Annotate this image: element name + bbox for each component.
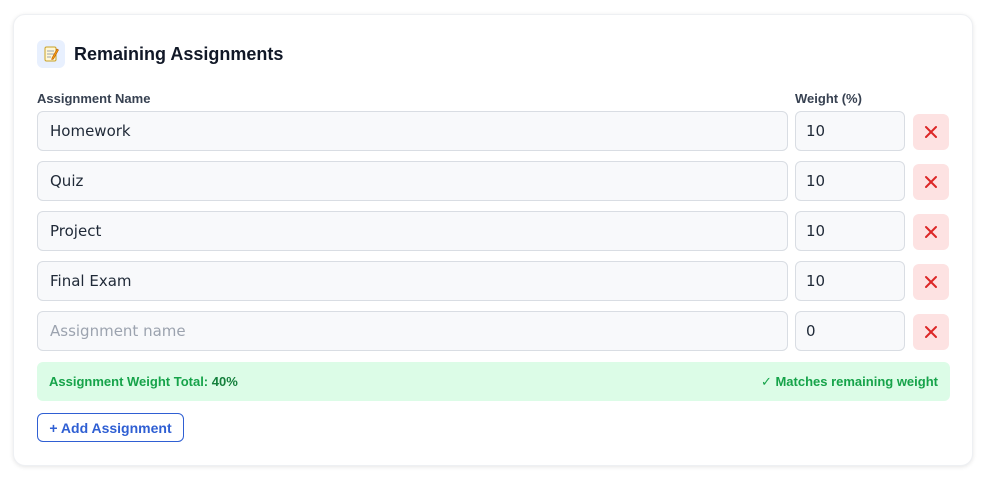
remaining-assignments-card: Remaining Assignments Assignment Name We… <box>13 14 973 466</box>
assignment-weight-input[interactable] <box>795 111 905 151</box>
assignment-name-input[interactable] <box>37 261 788 301</box>
add-assignment-button[interactable]: + Add Assignment <box>37 413 184 442</box>
assignment-weight-input[interactable] <box>795 211 905 251</box>
assignment-row <box>37 161 950 201</box>
memo-icon <box>37 40 65 68</box>
close-icon <box>925 276 937 288</box>
section-header: Remaining Assignments <box>37 40 283 68</box>
weight-total-value: 40% <box>211 374 238 389</box>
weight-total-label: Assignment Weight Total: <box>49 374 209 389</box>
delete-assignment-button[interactable] <box>913 114 949 150</box>
assignment-row <box>37 111 950 151</box>
delete-assignment-button[interactable] <box>913 214 949 250</box>
assignment-name-input[interactable] <box>37 211 788 251</box>
weight-column-label: Weight (%) <box>795 91 862 106</box>
assignment-row-empty <box>37 311 950 351</box>
delete-assignment-button[interactable] <box>913 164 949 200</box>
close-icon <box>925 326 937 338</box>
close-icon <box>925 126 937 138</box>
delete-assignment-button[interactable] <box>913 314 949 350</box>
assignment-row <box>37 211 950 251</box>
assignment-weight-input[interactable] <box>795 161 905 201</box>
assignment-weight-input[interactable] <box>795 261 905 301</box>
assignment-row <box>37 261 950 301</box>
section-title: Remaining Assignments <box>74 43 284 64</box>
delete-assignment-button[interactable] <box>913 264 949 300</box>
weight-match-status: ✓ Matches remaining weight <box>760 373 938 389</box>
assignment-weight-input[interactable] <box>795 311 905 351</box>
assignment-name-input[interactable] <box>37 111 788 151</box>
assignment-name-input[interactable] <box>37 161 788 201</box>
close-icon <box>925 226 937 238</box>
weight-total-bar: Assignment Weight Total: 40% ✓ Matches r… <box>37 362 950 401</box>
close-icon <box>925 176 937 188</box>
assignment-name-column-label: Assignment Name <box>37 91 151 106</box>
assignment-name-input[interactable] <box>37 311 788 351</box>
weight-total-text: Assignment Weight Total: 40% <box>49 374 238 389</box>
